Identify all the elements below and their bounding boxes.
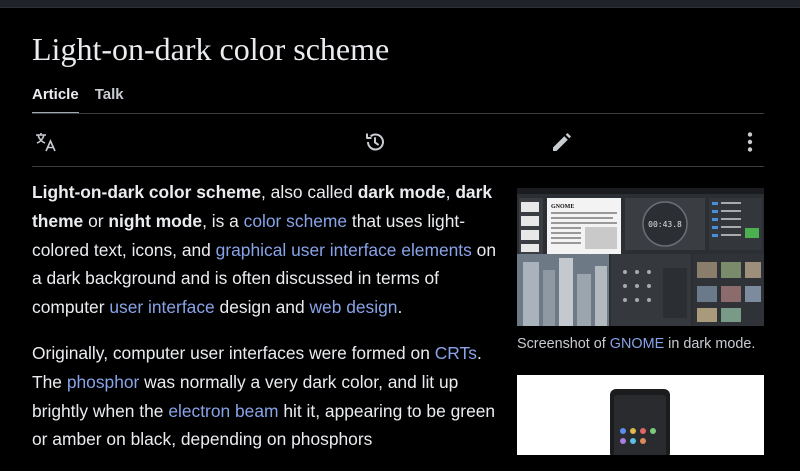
toolbar-divider — [32, 166, 764, 167]
bold-term: Light-on-dark color scheme — [32, 182, 262, 202]
gnome-screenshot-image[interactable]: GNOME 00:43.8 — [517, 188, 764, 326]
text-span: , also called — [261, 182, 358, 202]
paragraph-history: Originally, computer user interfaces wer… — [32, 339, 502, 454]
namespace-tabs: Article Talk — [32, 84, 124, 114]
bold-term: night mode — [108, 210, 203, 231]
article-page: Light-on-dark color scheme Article Talk — [32, 0, 764, 455]
text-span: , — [445, 182, 456, 202]
bold-term: dark mode — [357, 182, 446, 202]
tab-talk[interactable]: Talk — [95, 84, 124, 112]
figure-caption: Screenshot of GNOME in dark mode. — [517, 334, 764, 354]
link-gui-elements[interactable]: graphical user interface elements — [216, 240, 472, 260]
phone-dark-mode-image[interactable] — [517, 375, 764, 455]
more-options-icon[interactable] — [736, 128, 764, 156]
history-icon[interactable] — [361, 128, 389, 156]
link-electron-beam[interactable]: electron beam — [168, 401, 278, 421]
link-phosphor[interactable]: phosphor — [67, 372, 140, 392]
page-title: Light-on-dark color scheme — [32, 31, 390, 67]
tabs-divider — [32, 113, 764, 114]
link-web-design[interactable]: web design — [309, 297, 397, 317]
tab-article[interactable]: Article — [32, 84, 79, 114]
language-icon[interactable] — [32, 128, 60, 156]
text-span: design and — [214, 297, 310, 318]
gnome-figure: GNOME 00:43.8 Screenshot of GNOME in dar… — [517, 188, 764, 354]
doc-heading-text: GNOME — [551, 204, 574, 210]
text-span: Originally, computer user interfaces wer… — [32, 342, 435, 363]
link-crts[interactable]: CRTs — [435, 343, 477, 363]
paragraph-intro: Light-on-dark color scheme, also called … — [32, 178, 502, 322]
link-user-interface[interactable]: user interface — [109, 297, 214, 317]
timer-text: 00:43.8 — [648, 220, 682, 229]
caption-text: in dark mode. — [664, 336, 756, 352]
link-color-scheme[interactable]: color scheme — [244, 211, 347, 231]
text-span: . — [397, 297, 403, 318]
text-span: , is a — [202, 210, 244, 231]
caption-text: Screenshot of — [517, 336, 610, 352]
page-toolbar — [32, 122, 764, 160]
text-span: or — [83, 210, 109, 231]
article-body: Light-on-dark color scheme, also called … — [32, 178, 502, 471]
link-gnome[interactable]: GNOME — [610, 336, 664, 352]
edit-pencil-icon[interactable] — [548, 128, 576, 156]
